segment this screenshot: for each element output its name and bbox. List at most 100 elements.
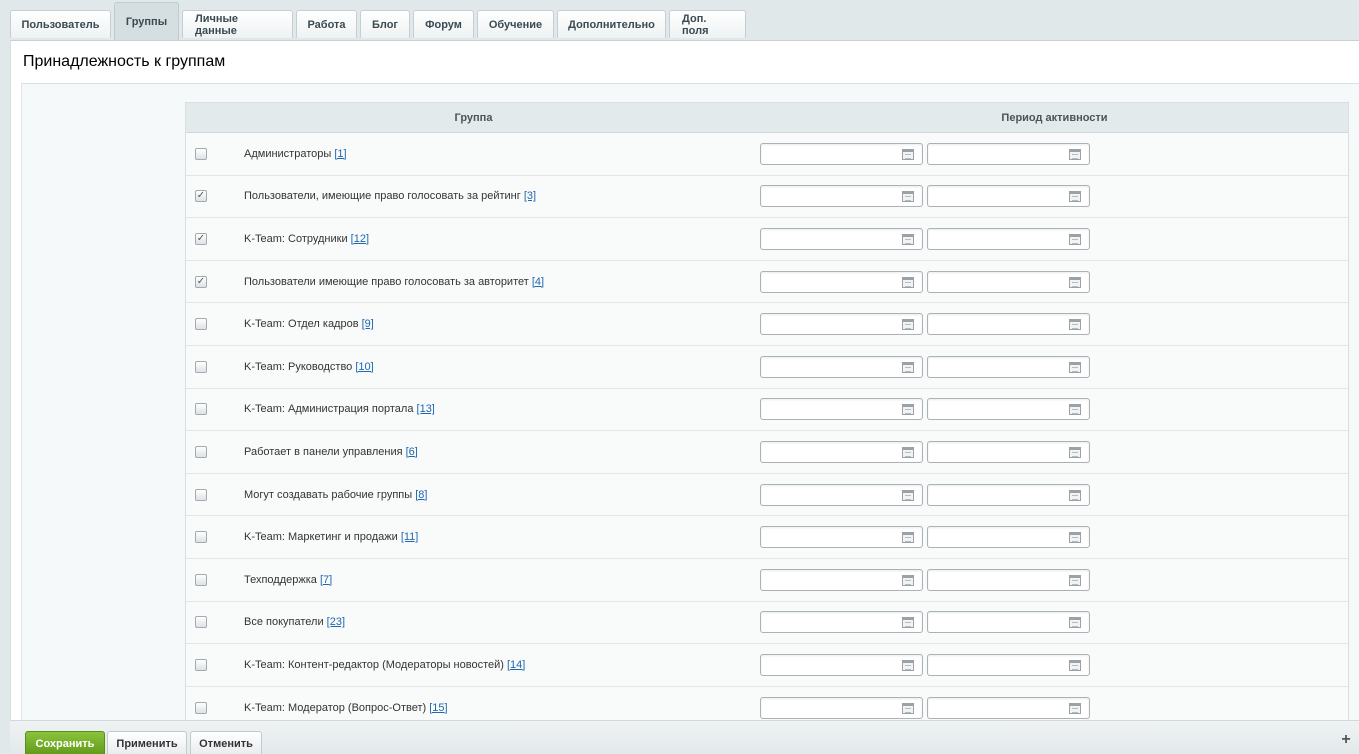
calendar-icon[interactable] (902, 319, 914, 331)
group-id-link[interactable]: [7] (320, 574, 332, 586)
date-to-input[interactable] (927, 696, 1090, 719)
group-id-link[interactable]: [11] (401, 531, 419, 543)
calendar-icon[interactable] (902, 489, 914, 501)
calendar-icon[interactable] (1069, 702, 1081, 714)
calendar-icon[interactable] (1069, 233, 1081, 245)
group-id-link[interactable]: [9] (362, 318, 374, 330)
calendar-icon[interactable] (1069, 276, 1081, 288)
group-label: Все покупатели [23] (244, 616, 760, 628)
calendar-icon[interactable] (1069, 659, 1081, 671)
group-id-link[interactable]: [12] (351, 233, 369, 245)
calendar-icon[interactable] (1069, 404, 1081, 416)
group-id-link[interactable]: [4] (532, 276, 544, 288)
calendar-icon[interactable] (902, 574, 914, 586)
tab-blog[interactable]: Блог (360, 10, 410, 38)
tab-learning[interactable]: Обучение (477, 10, 554, 38)
group-name: Администраторы (244, 147, 332, 160)
date-from-input[interactable] (760, 227, 923, 250)
date-to-input[interactable] (927, 611, 1090, 634)
plus-icon[interactable]: + (1339, 732, 1353, 748)
group-checkbox[interactable] (195, 573, 207, 586)
date-from-input[interactable] (760, 526, 923, 549)
date-to-input[interactable] (927, 398, 1090, 421)
cancel-button[interactable]: Отменить (190, 731, 262, 754)
calendar-icon[interactable] (1069, 532, 1081, 544)
group-checkbox[interactable] (195, 488, 207, 501)
date-from-input[interactable] (760, 313, 923, 336)
group-id-link[interactable]: [1] (334, 148, 346, 160)
apply-button[interactable]: Применить (107, 731, 187, 754)
date-from-input[interactable] (760, 696, 923, 719)
group-checkbox[interactable] (195, 147, 207, 160)
calendar-icon[interactable] (902, 276, 914, 288)
calendar-icon[interactable] (902, 191, 914, 203)
date-to-input[interactable] (927, 270, 1090, 293)
calendar-icon[interactable] (1069, 617, 1081, 629)
calendar-icon[interactable] (902, 148, 914, 160)
calendar-icon[interactable] (1069, 446, 1081, 458)
group-id-link[interactable]: [8] (415, 489, 427, 501)
group-checkbox[interactable] (195, 403, 207, 416)
calendar-icon[interactable] (902, 446, 914, 458)
calendar-icon[interactable] (1069, 574, 1081, 586)
calendar-icon[interactable] (902, 702, 914, 714)
checkmark-icon: ✓ (196, 275, 206, 287)
date-from-input[interactable] (760, 398, 923, 421)
date-to-input[interactable] (927, 526, 1090, 549)
calendar-icon[interactable] (1069, 148, 1081, 160)
group-checkbox[interactable] (195, 531, 207, 544)
date-to-input[interactable] (927, 227, 1090, 250)
calendar-icon[interactable] (902, 361, 914, 373)
date-from-input[interactable] (760, 611, 923, 634)
group-checkbox[interactable]: ✓ (195, 275, 207, 288)
date-to-input[interactable] (927, 185, 1090, 208)
date-to-input[interactable] (927, 313, 1090, 336)
date-from-input[interactable] (760, 653, 923, 676)
group-checkbox[interactable] (195, 658, 207, 671)
date-from-input[interactable] (760, 270, 923, 293)
save-button[interactable]: Сохранить (25, 731, 105, 754)
calendar-icon[interactable] (1069, 361, 1081, 373)
group-id-link[interactable]: [15] (429, 702, 447, 714)
date-to-input[interactable] (927, 440, 1090, 463)
calendar-icon[interactable] (902, 233, 914, 245)
date-to-input[interactable] (927, 142, 1090, 165)
tab-work[interactable]: Работа (296, 10, 357, 38)
date-from-input[interactable] (760, 355, 923, 378)
date-from-input[interactable] (760, 440, 923, 463)
calendar-icon[interactable] (902, 404, 914, 416)
tab-user[interactable]: Пользователь (10, 10, 111, 38)
group-id-link[interactable]: [14] (507, 659, 525, 671)
group-checkbox[interactable]: ✓ (195, 190, 207, 203)
group-id-link[interactable]: [10] (355, 361, 373, 373)
calendar-icon[interactable] (902, 532, 914, 544)
group-id-link[interactable]: [23] (327, 616, 345, 628)
tab-forum[interactable]: Форум (413, 10, 474, 38)
date-to-input[interactable] (927, 653, 1090, 676)
group-checkbox[interactable]: ✓ (195, 232, 207, 245)
group-checkbox[interactable] (195, 616, 207, 629)
group-id-link[interactable]: [3] (524, 190, 536, 202)
tab-additional[interactable]: Дополнительно (557, 10, 666, 38)
date-to-input[interactable] (927, 355, 1090, 378)
date-to-input[interactable] (927, 568, 1090, 591)
date-to-input[interactable] (927, 483, 1090, 506)
date-from-input[interactable] (760, 483, 923, 506)
group-id-link[interactable]: [13] (417, 403, 435, 415)
calendar-icon[interactable] (902, 659, 914, 671)
group-checkbox[interactable] (195, 360, 207, 373)
group-checkbox[interactable] (195, 701, 207, 714)
group-checkbox[interactable] (195, 445, 207, 458)
group-id-link[interactable]: [6] (406, 446, 418, 458)
calendar-icon[interactable] (1069, 191, 1081, 203)
date-from-input[interactable] (760, 142, 923, 165)
calendar-icon[interactable] (1069, 319, 1081, 331)
tab-extra-fields[interactable]: Доп. поля (669, 10, 746, 38)
calendar-icon[interactable] (1069, 489, 1081, 501)
group-checkbox[interactable] (195, 318, 207, 331)
date-from-input[interactable] (760, 185, 923, 208)
tab-groups[interactable]: Группы (114, 2, 179, 40)
tab-personal-data[interactable]: Личные данные (182, 10, 293, 38)
calendar-icon[interactable] (902, 617, 914, 629)
date-from-input[interactable] (760, 568, 923, 591)
